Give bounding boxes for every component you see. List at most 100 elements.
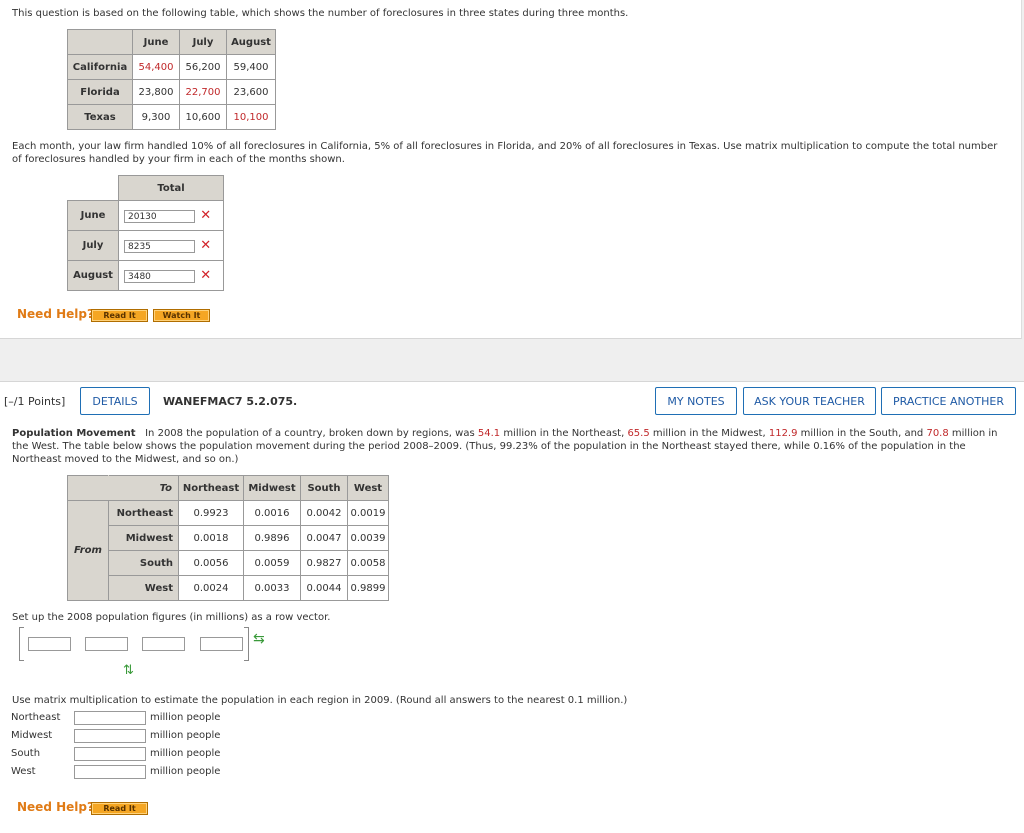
answer-row-label-august: August <box>67 260 119 291</box>
vector-input-1[interactable] <box>28 637 71 651</box>
add-row-arrows-icon[interactable]: ⇅ <box>123 664 134 677</box>
unit-label: million people <box>150 748 221 759</box>
vector-prompt: Set up the 2008 population figures (in m… <box>12 612 331 623</box>
need-help-label: Need Help? <box>17 307 94 321</box>
col-header-july: July <box>179 29 227 55</box>
problem-title: Population Movement <box>12 428 136 439</box>
answer-input-west[interactable] <box>74 765 146 779</box>
q1-intro: This question is based on the following … <box>12 8 629 19</box>
unit-label: million people <box>150 766 221 777</box>
answer-label-west: West <box>11 766 36 777</box>
answer-input-august[interactable]: 3480 <box>124 270 195 283</box>
row-header-florida: Florida <box>67 79 133 105</box>
watch-it-button[interactable]: Watch It <box>153 309 210 322</box>
vector-input-3[interactable] <box>142 637 185 651</box>
value-midwest: 65.5 <box>627 428 650 439</box>
answer-input-july[interactable]: 8235 <box>124 240 195 253</box>
unit-label: million people <box>150 730 221 741</box>
col-header-midwest: Midwest <box>243 475 301 501</box>
matrix-cell: 0.9896 <box>243 525 301 551</box>
col-header-northeast: Northeast <box>178 475 244 501</box>
from-label: From <box>67 500 109 601</box>
practice-another-button[interactable]: PRACTICE ANOTHER <box>881 387 1016 415</box>
estimate-prompt: Use matrix multiplication to estimate th… <box>12 695 628 706</box>
matrix-cell: 0.0056 <box>178 550 244 576</box>
vector-input-4[interactable] <box>200 637 243 651</box>
text-part: million in the Northeast, <box>500 428 628 439</box>
matrix-cell: 0.0058 <box>347 550 389 576</box>
vector-right-bracket <box>244 627 249 661</box>
matrix-cell: 0.0059 <box>243 550 301 576</box>
vector-left-bracket <box>19 627 24 661</box>
answer-table-corner <box>67 175 119 201</box>
matrix-cell: 0.0047 <box>300 525 348 551</box>
matrix-cell: 0.0024 <box>178 575 244 601</box>
answer-input-midwest[interactable] <box>74 729 146 743</box>
answer-input-south[interactable] <box>74 747 146 761</box>
vector-input-2[interactable] <box>85 637 128 651</box>
answer-cell-august: 3480 ✕ <box>118 260 224 291</box>
matrix-cell: 0.9899 <box>347 575 389 601</box>
answer-row-label-june: June <box>67 200 119 231</box>
table-cell: 23,600 <box>226 79 276 105</box>
matrix-cell: 0.0016 <box>243 500 301 526</box>
answer-header-total: Total <box>118 175 224 201</box>
matrix-cell: 0.0033 <box>243 575 301 601</box>
table-cell: 23,800 <box>132 79 180 105</box>
answer-input-northeast[interactable] <box>74 711 146 725</box>
col-header-south: South <box>300 475 348 501</box>
read-it-button[interactable]: Read It <box>91 309 148 322</box>
table-cell: 10,100 <box>226 104 276 130</box>
value-northeast: 54.1 <box>477 428 501 439</box>
matrix-cell: 0.0019 <box>347 500 389 526</box>
matrix-cell: 0.0018 <box>178 525 244 551</box>
row-header-texas: Texas <box>67 104 133 130</box>
table-corner <box>67 29 133 55</box>
row-header-northeast: Northeast <box>108 500 179 526</box>
to-label: To <box>108 475 179 501</box>
q1-prompt: Each month, your law firm handled 10% of… <box>12 141 998 165</box>
matrix-cell: 0.0042 <box>300 500 348 526</box>
answer-table: Total June 20130 ✕ July 8235 ✕ August 34… <box>67 175 224 291</box>
matrix-cell: 0.9827 <box>300 550 348 576</box>
matrix-corner <box>67 475 109 501</box>
read-it-button-2[interactable]: Read It <box>91 802 148 815</box>
details-button[interactable]: DETAILS <box>80 387 150 415</box>
unit-label: million people <box>150 712 221 723</box>
table-cell: 22,700 <box>179 79 227 105</box>
row-header-south: South <box>108 550 179 576</box>
question-code: WANEFMAC7 5.2.075. <box>163 395 298 408</box>
q2-description: Population Movement In 2008 the populati… <box>12 427 1008 466</box>
wrong-icon: ✕ <box>200 238 212 253</box>
wrong-icon: ✕ <box>200 208 212 223</box>
row-header-california: California <box>67 54 133 80</box>
answer-input-june[interactable]: 20130 <box>124 210 195 223</box>
value-west: 70.8 <box>926 428 949 439</box>
migration-matrix: To Northeast Midwest South West From Nor… <box>67 475 389 601</box>
table-cell: 59,400 <box>226 54 276 80</box>
points-label: [–/1 Points] <box>4 395 66 408</box>
row-header-west: West <box>108 575 179 601</box>
matrix-cell: 0.0039 <box>347 525 389 551</box>
answer-cell-july: 8235 ✕ <box>118 230 224 261</box>
answer-label-northeast: Northeast <box>11 712 61 723</box>
row-header-midwest: Midwest <box>108 525 179 551</box>
answer-row-label-july: July <box>67 230 119 261</box>
col-header-august: August <box>226 29 276 55</box>
text-part: In 2008 the population of a country, bro… <box>145 428 478 439</box>
matrix-cell: 0.9923 <box>178 500 244 526</box>
foreclosure-table: June July August California 54,400 56,20… <box>67 29 276 130</box>
table-cell: 54,400 <box>132 54 180 80</box>
wrong-icon: ✕ <box>200 268 212 283</box>
answer-label-south: South <box>11 748 41 759</box>
col-header-west: West <box>347 475 389 501</box>
add-column-arrows-icon[interactable]: ⇆ <box>253 632 265 646</box>
answer-label-midwest: Midwest <box>11 730 53 741</box>
ask-your-teacher-button[interactable]: ASK YOUR TEACHER <box>743 387 876 415</box>
table-cell: 10,600 <box>179 104 227 130</box>
text-part: million in the Midwest, <box>649 428 769 439</box>
my-notes-button[interactable]: MY NOTES <box>655 387 737 415</box>
table-cell: 9,300 <box>132 104 180 130</box>
need-help-label-2: Need Help? <box>17 800 94 814</box>
col-header-june: June <box>132 29 180 55</box>
